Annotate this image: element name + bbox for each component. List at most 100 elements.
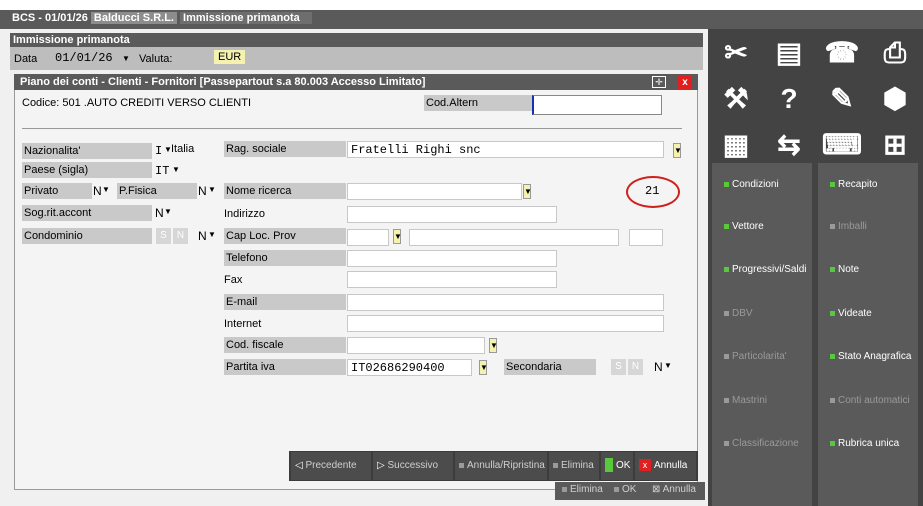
chevron-down-icon[interactable]: ▼ — [664, 361, 672, 370]
internet-field[interactable] — [347, 315, 664, 332]
sidebar-btn-imballi[interactable]: Imballi — [818, 205, 918, 249]
cap-field[interactable] — [347, 229, 389, 246]
calculator-icon[interactable]: ▦ — [712, 123, 760, 167]
sidebar-btn-condizioni[interactable]: Condizioni — [712, 163, 812, 207]
chevron-down-icon[interactable]: ▼ — [489, 338, 498, 353]
chevron-down-icon[interactable]: ▼ — [523, 184, 532, 199]
sidebar-btn-particolarita[interactable]: Particolarita' — [712, 335, 812, 379]
check-icon — [605, 458, 613, 473]
tab-app: BCS - 01/01/26 — [12, 12, 88, 24]
precedente-button[interactable]: ◁ Precedente — [291, 452, 371, 480]
ragsoc-field[interactable]: Fratelli Righi snc — [347, 141, 664, 158]
chevron-down-icon[interactable]: ▼ — [673, 143, 682, 158]
indirizzo-field[interactable] — [347, 206, 557, 223]
chevron-down-icon[interactable]: ▼ — [172, 165, 180, 174]
document-icon[interactable]: ▤ — [765, 31, 813, 75]
provincia-field[interactable] — [629, 229, 663, 246]
sidebar-btn-rubrica-unica[interactable]: Rubrica unica — [818, 422, 918, 466]
condominio-s-toggle[interactable]: S — [156, 228, 171, 244]
secondaria-field[interactable]: N — [654, 360, 663, 374]
bg-annulla-button: ⊠ Annulla — [652, 484, 696, 495]
sidebar-btn-mastrini[interactable]: Mastrini — [712, 379, 812, 423]
nome-ricerca-label: Nome ricerca — [224, 183, 346, 199]
chevron-down-icon[interactable]: ▼ — [393, 229, 402, 244]
chevron-down-icon[interactable]: ▼ — [102, 185, 110, 194]
ragsoc-label: Rag. sociale — [224, 141, 346, 157]
secondaria-label: Secondaria — [504, 359, 596, 375]
scissors-icon[interactable]: ✂ — [712, 31, 760, 75]
annulla-button[interactable]: x Annulla — [635, 452, 696, 480]
printer-icon[interactable]: ⎙ — [871, 31, 919, 75]
chevron-down-icon[interactable]: ▼ — [164, 207, 172, 216]
paese-field[interactable]: IT — [155, 164, 169, 178]
data-field[interactable]: 01/01/26 — [55, 51, 113, 65]
top-strip — [0, 0, 923, 10]
fax-field[interactable] — [347, 271, 557, 288]
valuta-field[interactable]: EUR — [214, 50, 246, 64]
sidebar-btn-stato-anagrafica[interactable]: Stato Anagrafica — [818, 335, 918, 379]
sidebar-btn-vettore[interactable]: Vettore — [712, 205, 812, 249]
successivo-button[interactable]: ▷ Successivo — [373, 452, 453, 480]
pfisica-label: P.Fisica — [117, 183, 197, 199]
codice-label: Codice: 501 .AUTO CREDITI VERSO CLIENTI — [22, 97, 252, 109]
piva-field[interactable]: IT02686290400 — [347, 359, 472, 376]
chevron-down-icon[interactable]: ▼ — [122, 54, 130, 64]
telefono-label: Telefono — [224, 250, 346, 266]
sogrit-label: Sog.rit.accont — [22, 205, 152, 221]
bg-ok-button: OK — [614, 484, 636, 495]
sidebar-btn-videate[interactable]: Videate — [818, 292, 918, 336]
privato-label: Privato — [22, 183, 92, 199]
header-row — [10, 47, 703, 70]
condominio-field[interactable]: N — [198, 229, 207, 243]
cap-label: Cap Loc. Prov — [224, 228, 346, 244]
notes-icon[interactable]: ✎ — [818, 77, 866, 121]
chevron-down-icon[interactable]: ▼ — [208, 185, 216, 194]
sidebar-btn-classificazione[interactable]: Classificazione — [712, 422, 812, 466]
cod-altern-label: Cod.Altern — [424, 95, 532, 111]
bg-elimina-button: Elimina — [562, 484, 603, 495]
sidebar-btn-progressivi[interactable]: Progressivi/Saldi — [712, 248, 812, 292]
keyboard-icon[interactable]: ⌨ — [818, 123, 866, 167]
box-icon[interactable]: ⬢ — [871, 77, 919, 121]
elimina-button[interactable]: Elimina — [549, 452, 599, 480]
sidebar-btn-note[interactable]: Note — [818, 248, 918, 292]
divider — [22, 128, 682, 129]
email-field[interactable] — [347, 294, 664, 311]
condominio-n-toggle[interactable]: N — [173, 228, 188, 244]
pfisica-field[interactable]: N — [198, 184, 207, 198]
condominio-label: Condominio — [22, 228, 152, 244]
window-tab[interactable]: BCS - 01/01/26 Balducci S.R.L. Immission… — [12, 12, 312, 24]
nazionalita-label: Nazionalita' — [22, 143, 152, 159]
chevron-down-icon[interactable]: ▼ — [208, 230, 216, 239]
internet-label: Internet — [224, 318, 262, 330]
annulla-ripristina-button[interactable]: Annulla/Ripristina — [455, 452, 547, 480]
move-icon[interactable]: ✛ — [652, 76, 666, 88]
chevron-down-icon[interactable]: ▼ — [479, 360, 488, 375]
close-icon[interactable]: x — [678, 76, 692, 89]
privato-field[interactable]: N — [93, 184, 102, 198]
help-icon[interactable]: ? — [765, 77, 813, 121]
nazionalita-field[interactable]: I — [155, 144, 162, 158]
tab-title: Immissione primanota — [180, 12, 312, 24]
fax-icon[interactable]: ☎ — [818, 31, 866, 75]
sidebar-btn-recapito[interactable]: Recapito — [818, 163, 918, 207]
nome-ricerca-field[interactable] — [347, 183, 522, 200]
email-label: E-mail — [224, 294, 346, 310]
cod-altern-field[interactable] — [532, 95, 662, 115]
sogrit-field[interactable]: N — [155, 206, 164, 220]
transfer-icon[interactable]: ⇆ — [765, 123, 813, 167]
localita-field[interactable] — [409, 229, 619, 246]
wrench-icon[interactable]: ⚒ — [712, 77, 760, 121]
sidebar-empty-slot — [818, 466, 918, 506]
codfisc-label: Cod. fiscale — [224, 337, 346, 353]
secondaria-n-toggle[interactable]: N — [628, 359, 643, 375]
sidebar-btn-conti-automatici[interactable]: Conti automatici — [818, 379, 918, 423]
codfisc-field[interactable] — [347, 337, 485, 354]
dialog-title: Piano dei conti - Clienti - Fornitori [P… — [14, 74, 698, 90]
fax-label: Fax — [224, 274, 243, 286]
sidebar-btn-dbv[interactable]: DBV — [712, 292, 812, 336]
grid-icon[interactable]: ⊞ — [871, 123, 919, 167]
telefono-field[interactable] — [347, 250, 557, 267]
secondaria-s-toggle[interactable]: S — [611, 359, 626, 375]
ok-button[interactable]: OK — [601, 452, 633, 480]
